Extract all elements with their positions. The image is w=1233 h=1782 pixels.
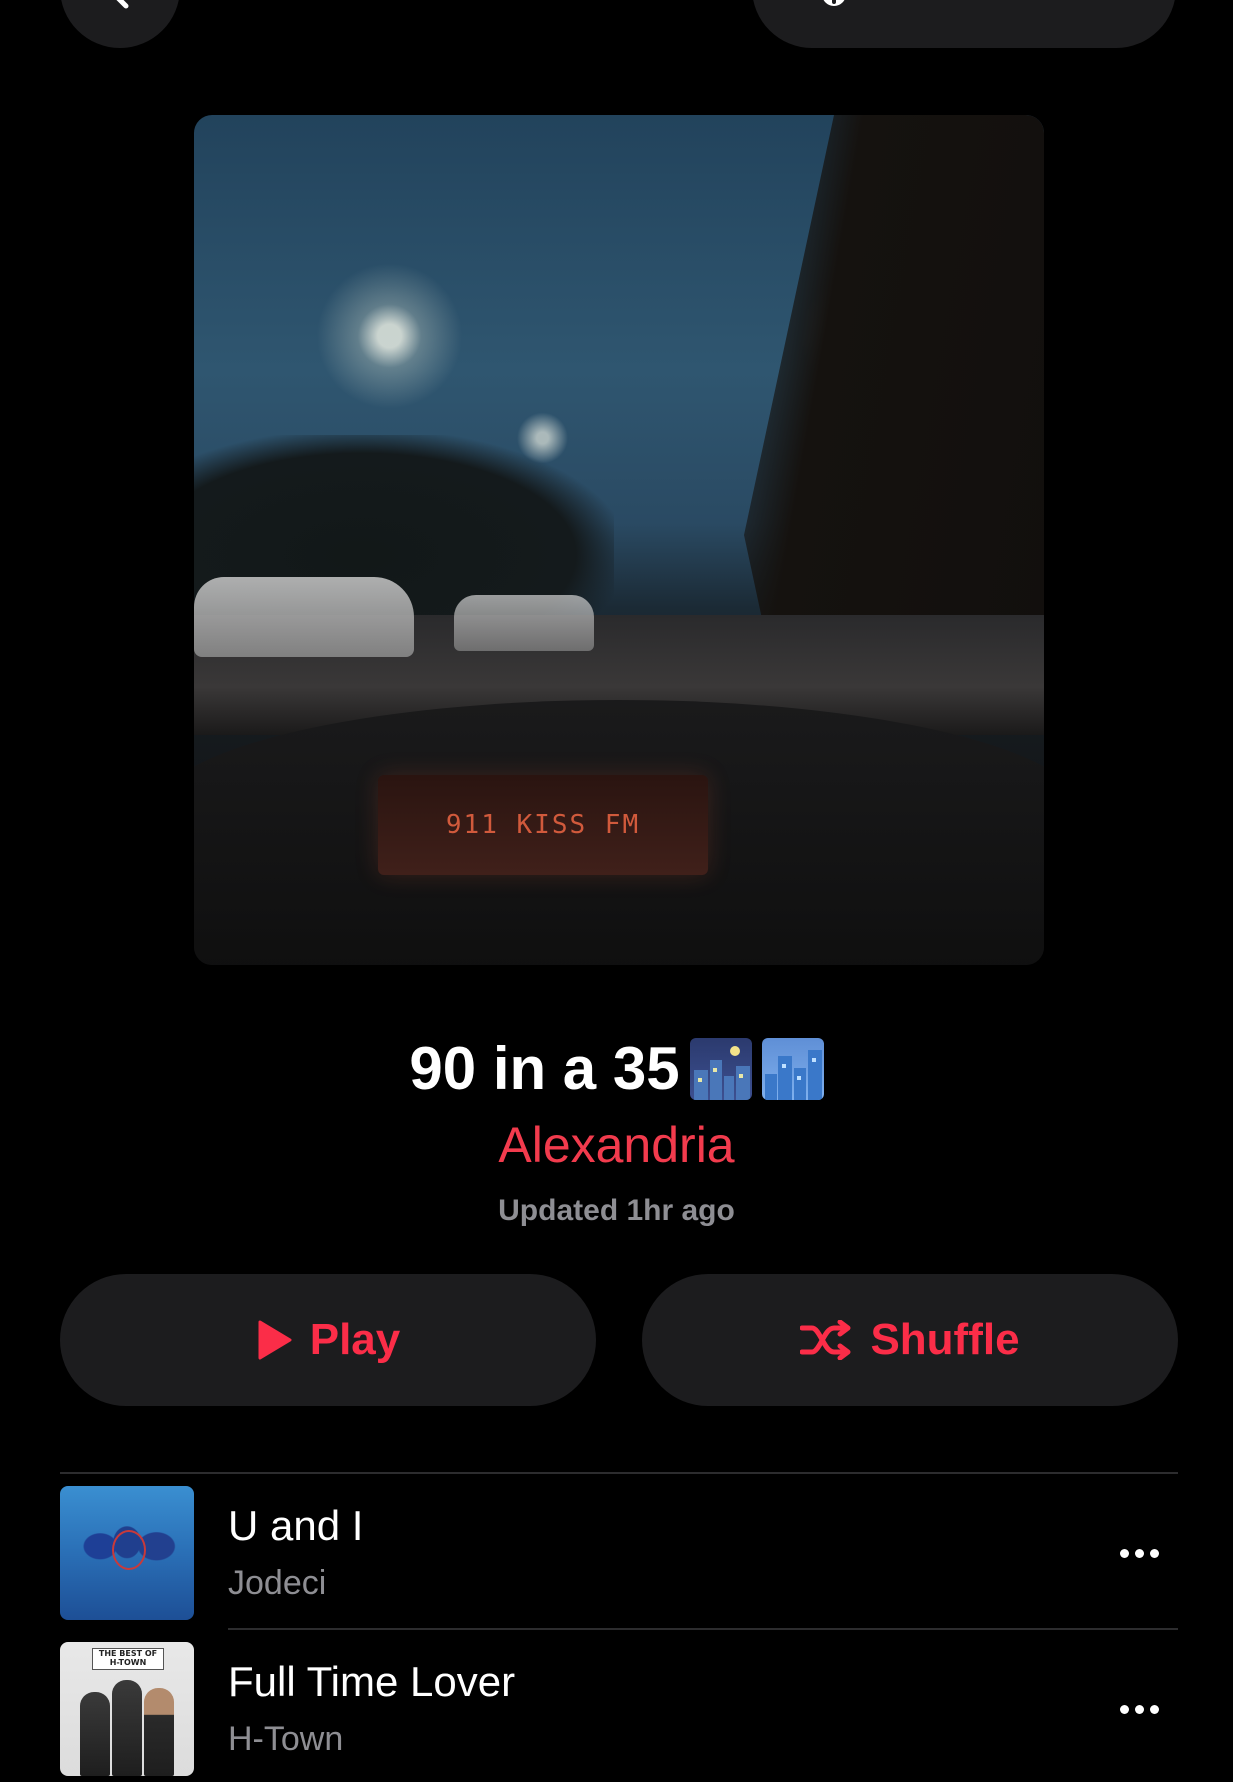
track-row[interactable]: THE BEST OF H-TOWN Full Time Lover H-Tow… [0, 1642, 1233, 1782]
list-divider [60, 1472, 1178, 1474]
track-artist: Jodeci [228, 1564, 327, 1602]
chevron-left-icon [116, 0, 129, 9]
artwork-car [454, 595, 594, 651]
playlist-owner[interactable]: Alexandria [0, 1116, 1233, 1174]
shuffle-button[interactable]: Shuffle [642, 1274, 1178, 1406]
album-banner: THE BEST OF H-TOWN [92, 1648, 164, 1670]
add-person-icon[interactable] [784, 0, 854, 10]
playlist-updated: Updated 1hr ago [498, 1194, 735, 1227]
playlist-artwork: 911 KISS FM [194, 115, 1044, 965]
play-button-label: Play [309, 1315, 401, 1364]
play-button[interactable]: Play [60, 1274, 596, 1406]
night-city-emoji [689, 1037, 752, 1100]
cityscape-emoji [761, 1037, 824, 1100]
more-options-icon[interactable] [1112, 1538, 1166, 1568]
album-logo [112, 1530, 146, 1570]
top-actions-pill [752, 0, 1176, 48]
album-art [60, 1486, 194, 1620]
more-options-icon[interactable] [1112, 1694, 1166, 1724]
play-icon [258, 1320, 292, 1360]
shuffle-icon [800, 1320, 851, 1360]
playlist-title-text: 90 in a 35 [409, 1035, 680, 1102]
track-artist: H-Town [228, 1720, 344, 1758]
track-title: Full Time Lover [228, 1658, 516, 1705]
artwork-trees-right [744, 115, 1044, 675]
list-divider [228, 1628, 1178, 1630]
track-row[interactable]: U and I Jodeci [0, 1486, 1233, 1626]
track-title: U and I [228, 1502, 364, 1549]
album-art: THE BEST OF H-TOWN [60, 1642, 194, 1776]
artwork-radio-display: 911 KISS FM [378, 775, 708, 875]
back-button[interactable] [60, 0, 180, 48]
download-icon[interactable] [938, 0, 988, 10]
playlist-title: 90 in a 35 [0, 1034, 1233, 1103]
shuffle-button-label: Shuffle [870, 1315, 1020, 1364]
artwork-car [194, 577, 414, 657]
